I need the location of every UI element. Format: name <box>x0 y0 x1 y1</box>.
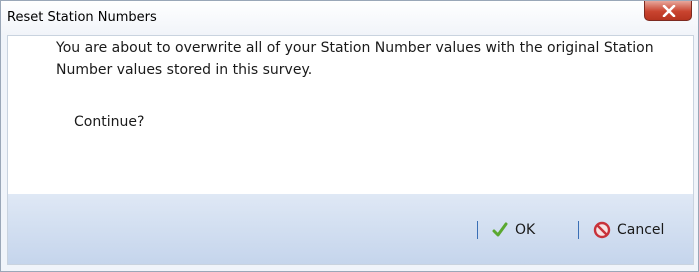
cancel-button[interactable]: Cancel <box>593 220 664 240</box>
cancel-label: Cancel <box>617 222 665 238</box>
cancel-icon <box>593 221 611 239</box>
cancel-separator <box>578 221 579 239</box>
ok-label: OK <box>515 222 536 238</box>
dialog-title: Reset Station Numbers <box>7 10 157 25</box>
title-bar: Reset Station Numbers <box>1 1 698 35</box>
close-button[interactable] <box>644 1 692 21</box>
dialog-footer <box>7 194 694 265</box>
close-icon <box>662 5 676 17</box>
dialog-message: You are about to overwrite all of your S… <box>56 40 654 78</box>
continue-prompt: Continue? <box>74 114 145 130</box>
ok-separator <box>477 221 478 239</box>
check-icon <box>492 222 508 237</box>
ok-button[interactable]: OK <box>491 220 535 240</box>
